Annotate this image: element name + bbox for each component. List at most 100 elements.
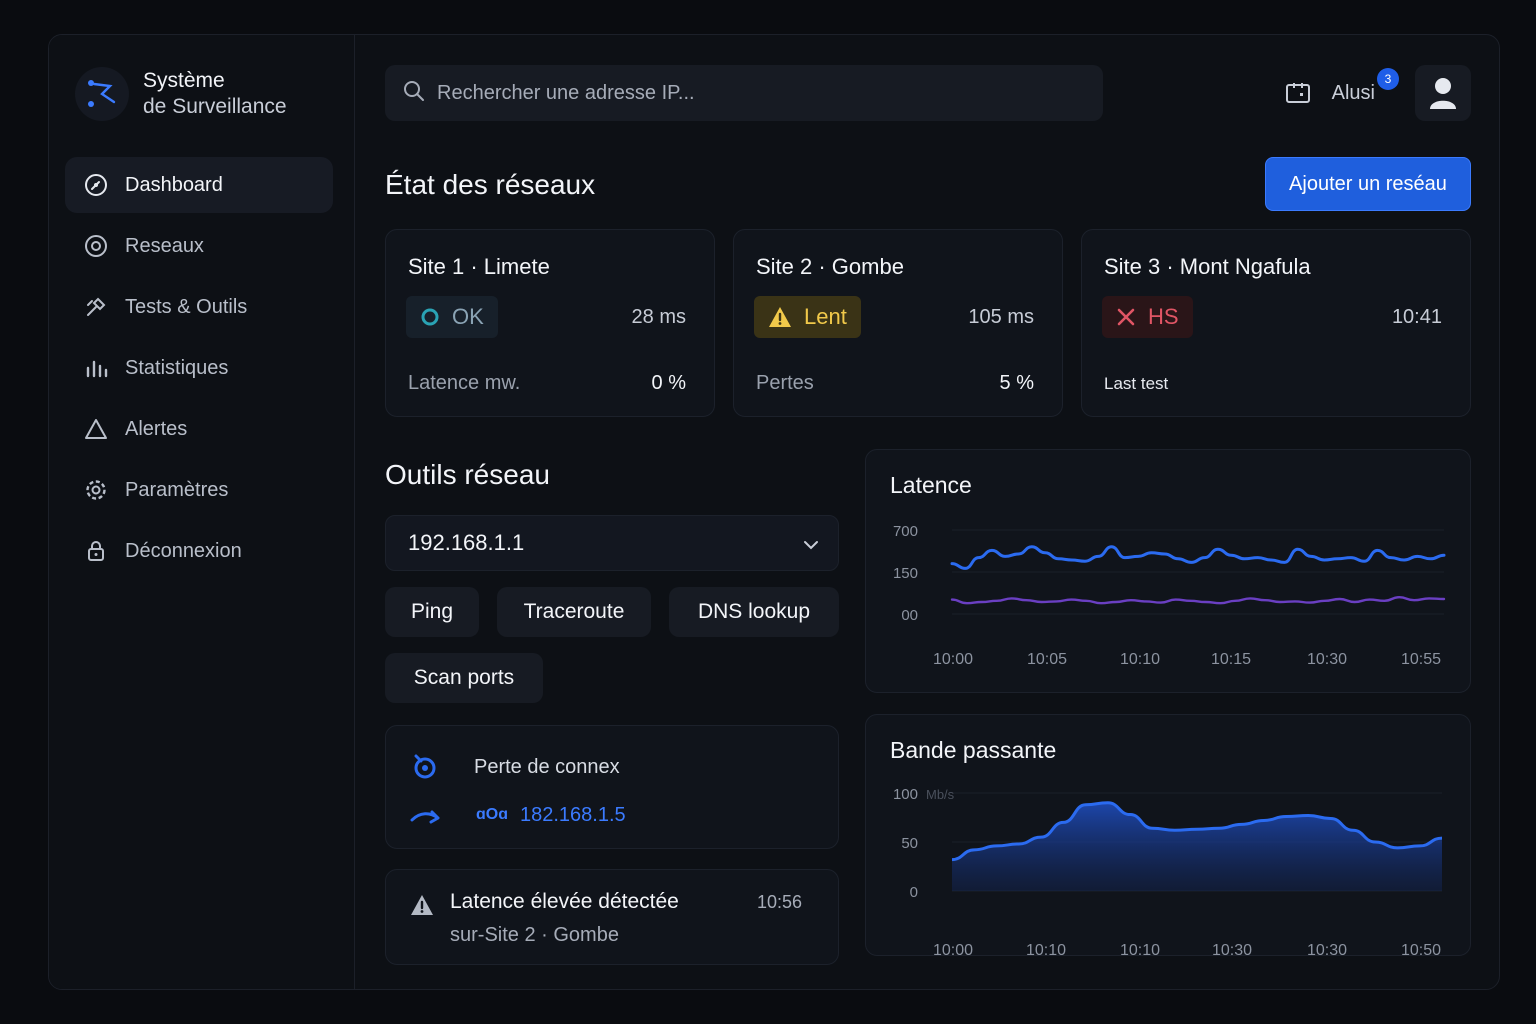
site-metric-value: 5 % [999, 372, 1034, 394]
y-tick-label: 700 [893, 523, 918, 540]
brand-subtitle: de Surveillance [143, 95, 287, 118]
traceroute-button[interactable]: Traceroute [497, 587, 651, 637]
sidebar-item-dashboard[interactable]: Dashboard [65, 157, 333, 213]
sidebar-item-deconnexion[interactable]: Déconnexion [65, 523, 333, 579]
sidebar-item-reseaux[interactable]: Reseaux [65, 218, 333, 274]
network-icon [83, 233, 109, 259]
brand-title: Système [143, 69, 225, 92]
y-tick-label: 00 [901, 607, 918, 624]
site-title: Site 1 · Limete [408, 254, 550, 279]
status-badge: OK [406, 296, 498, 338]
area-fill [952, 802, 1442, 891]
sidebar-item-label: Statistiques [125, 356, 229, 379]
app-window: Système de Surveillance Dashboard Reseau… [48, 34, 1500, 990]
page-title: État des réseaux [385, 169, 596, 200]
alert-icon [83, 416, 109, 442]
site-latency: 28 ms [631, 306, 686, 328]
y-tick-label: 150 [893, 565, 918, 582]
search-input[interactable] [437, 81, 1077, 105]
sidebar-item-tests[interactable]: Tests & Outils [65, 279, 333, 335]
site-card-2[interactable]: Site 2 · Gombe Lent 105 ms Pertes 5 % [733, 229, 1063, 417]
ping-button[interactable]: Ping [385, 587, 479, 637]
disconnect-icon [410, 752, 440, 787]
sidebar-item-label: Paramètres [125, 478, 229, 501]
ok-circle-icon [420, 307, 440, 327]
add-network-button[interactable]: Ajouter un reséau [1265, 157, 1471, 211]
bandwidth-chart: 100 50 0 Mb/s 10:00 10:10 10:10 10:30 10:30 10:50 [893, 786, 1443, 957]
site-title: Site 2 · Gombe [756, 254, 904, 279]
x-tick-label: 10:50 [1401, 942, 1441, 957]
alert-time: 10:56 [756, 892, 802, 912]
calendar-icon[interactable] [1284, 79, 1312, 107]
site-latency: 105 ms [968, 306, 1034, 328]
chevron-down-icon [802, 534, 820, 560]
status-label: HS [1148, 304, 1179, 329]
x-tick-label: 10:00 [933, 942, 973, 957]
sidebar-item-label: Tests & Outils [125, 295, 248, 318]
search-bar[interactable] [385, 65, 1103, 121]
gear-icon [83, 477, 109, 503]
alert-subtitle: sur-Site 2 · Gombe [450, 924, 619, 946]
y-tick-label: 100 [893, 786, 918, 803]
series-line-1 [950, 545, 1446, 570]
site-metric-label: Last test [1104, 374, 1169, 393]
stats-icon [83, 355, 109, 381]
sidebar-item-label: Déconnexion [125, 539, 242, 562]
sidebar-item-label: Dashboard [125, 173, 223, 196]
site-title: Site 3 · Mont Ngafula [1104, 254, 1311, 279]
sidebar-item-statistiques[interactable]: Statistiques [65, 340, 333, 396]
user-name[interactable]: Alusi 3 [1331, 67, 1399, 105]
site-metric-label: Pertes [756, 372, 814, 394]
status-label: Lent [804, 304, 847, 329]
latency-chart-card: Latence 700 150 00 10:00 10:05 10:10 10:15 10:3… [865, 449, 1471, 693]
sidebar-nav: Dashboard Reseaux Tests & Outils Statist… [65, 157, 333, 584]
sidebar-item-label: Alertes [125, 417, 188, 440]
x-tick-label: 10:10 [1120, 942, 1160, 957]
site-last-test-time: 10:41 [1391, 306, 1442, 328]
avatar[interactable] [1415, 65, 1471, 121]
connection-loss-card[interactable]: Perte de connex ɑOɑ 182.168.1.5 [385, 725, 839, 849]
lock-icon [83, 538, 109, 564]
site-card-3[interactable]: Site 3 · Mont Ngafula HS 10:41 Last test [1081, 229, 1471, 417]
alert-title: Latence élevée détectée [450, 890, 679, 913]
x-tick-label: 10:10 [1026, 942, 1066, 957]
series-line-2 [950, 595, 1446, 605]
event-ip[interactable]: 182.168.1.5 [520, 804, 626, 827]
x-tick-label: 10:30 [1307, 651, 1347, 668]
dns-lookup-button[interactable]: DNS lookup [669, 587, 839, 637]
sidebar-item-parametres[interactable]: Paramètres [65, 462, 333, 518]
logo-icon [75, 67, 129, 121]
latency-chart: 700 150 00 10:00 10:05 10:10 10:15 10:30 10:55 [893, 523, 1446, 668]
x-tick-label: 10:00 [933, 651, 973, 668]
ip-select-value: 192.168.1.1 [408, 530, 525, 555]
close-icon [1116, 307, 1136, 327]
sidebar: Système de Surveillance Dashboard Reseau… [49, 35, 355, 989]
dashboard-icon [83, 172, 109, 198]
status-badge: HS [1102, 296, 1193, 338]
sidebar-item-alertes[interactable]: Alertes [65, 401, 333, 457]
x-tick-label: 10:10 [1120, 651, 1160, 668]
site-metric-label: Latence mw. [408, 372, 521, 394]
brand: Système de Surveillance [75, 67, 287, 121]
tools-icon [83, 294, 109, 320]
ip-select[interactable]: 192.168.1.1 [385, 515, 839, 571]
arrow-right-icon [410, 806, 442, 833]
top-right-controls: Alusi 3 [1284, 65, 1471, 121]
x-tick-label: 10:15 [1211, 651, 1251, 668]
x-tick-label: 10:05 [1027, 651, 1067, 668]
notification-badge: 3 [1377, 67, 1399, 90]
warning-icon [768, 306, 792, 328]
site-card-1[interactable]: Site 1 · Limete OK 28 ms Latence mw. 0 % [385, 229, 715, 417]
latency-alert-card[interactable]: Latence élevée détectée sur-Site 2 · Gom… [385, 869, 839, 965]
user-name-label: Alusi [1331, 81, 1375, 104]
event-label: Perte de connex [474, 756, 620, 778]
device-glyph: ɑOɑ [476, 806, 508, 823]
warning-icon [410, 894, 434, 921]
site-metric-value: 0 % [651, 372, 686, 394]
status-label: OK [452, 304, 484, 329]
main-content: Alusi 3 État des réseaux Ajouter un resé… [355, 35, 1499, 989]
scan-ports-button[interactable]: Scan ports [385, 653, 543, 703]
status-badge: Lent [754, 296, 861, 338]
x-tick-label: 10:55 [1401, 651, 1441, 668]
y-tick-label: 0 [910, 884, 918, 901]
